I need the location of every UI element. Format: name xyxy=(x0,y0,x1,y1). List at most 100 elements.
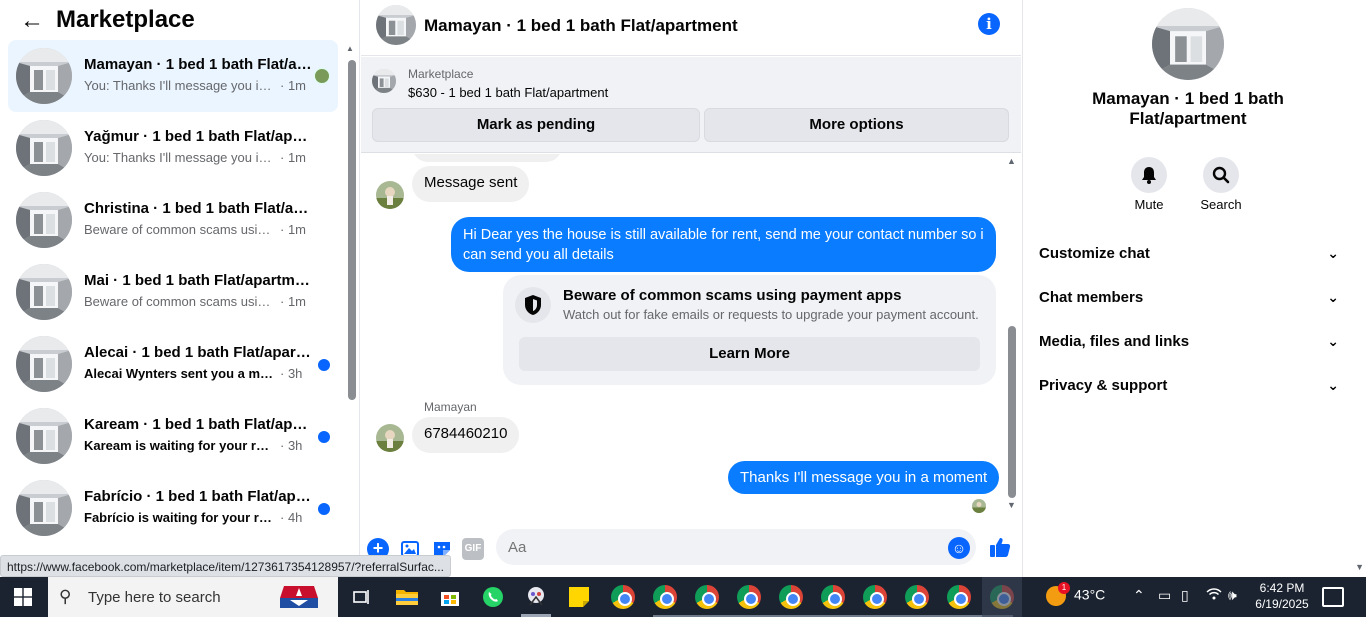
scrollbar-thumb[interactable] xyxy=(1008,326,1016,498)
taskbar-search-placeholder: Type here to search xyxy=(88,589,221,606)
chrome-icon[interactable] xyxy=(611,585,635,609)
conversation-item[interactable]: Kaream · 1 bed 1 bath Flat/apartment Kare… xyxy=(8,400,338,472)
emoji-icon[interactable]: ☺ xyxy=(948,537,970,559)
task-view-icon[interactable] xyxy=(346,582,376,612)
unread-dot xyxy=(318,431,330,443)
sender-name: Mamayan xyxy=(424,400,477,414)
weather-badge: 1 xyxy=(1058,582,1070,594)
outgoing-message-bubble[interactable]: Thanks I'll message you in a moment xyxy=(728,461,1000,494)
preview-text: Beware of common scams using payment app… xyxy=(84,294,276,309)
listing-description[interactable]: $630 - 1 bed 1 bath Flat/apartment xyxy=(408,85,608,100)
chrome-icon[interactable] xyxy=(821,585,845,609)
weather-widget[interactable]: 1 43°C xyxy=(1046,582,1106,606)
conversation-name: Alecai · 1 bed 1 bath Flat/apartment xyxy=(84,344,312,361)
conversation-preview: Alecai Wynters sent you a message · 3h xyxy=(84,366,302,381)
sticky-notes-icon[interactable] xyxy=(564,582,594,612)
microsoft-store-icon[interactable] xyxy=(435,582,465,612)
media-files-links-section[interactable]: Media, files and links ⌄ xyxy=(1039,333,1339,373)
sender-avatar[interactable] xyxy=(376,181,404,209)
scroll-down-arrow-icon[interactable]: ▼ xyxy=(1007,500,1016,510)
previous-message-bubble xyxy=(412,154,562,162)
back-arrow-icon[interactable]: ← xyxy=(20,9,44,33)
chrome-icon[interactable] xyxy=(695,585,719,609)
conversation-item[interactable]: Yağmur · 1 bed 1 bath Flat/apartment You:… xyxy=(8,112,338,184)
scroll-down-arrow-icon[interactable]: ▼ xyxy=(1355,562,1364,572)
chat-members-section[interactable]: Chat members ⌄ xyxy=(1039,289,1339,329)
listing-banner: Marketplace $630 - 1 bed 1 bath Flat/apa… xyxy=(361,57,1021,153)
chrome-icon[interactable] xyxy=(947,585,971,609)
conversation-name: Mamayan · 1 bed 1 bath Flat/apartment xyxy=(84,56,312,73)
thumbs-up-icon[interactable] xyxy=(987,535,1013,561)
privacy-support-section[interactable]: Privacy & support ⌄ xyxy=(1039,377,1339,417)
preview-text: You: Thanks I'll message you in a moment xyxy=(84,78,276,93)
chat-scrollbar[interactable]: ▲ ▼ xyxy=(1006,154,1018,514)
conversation-preview: Beware of common scams using payment app… xyxy=(84,294,306,309)
mute-button[interactable]: Mute xyxy=(1119,157,1179,212)
conversation-name: Fabrício · 1 bed 1 bath Flat/apartment xyxy=(84,488,312,505)
preview-time: · 1m xyxy=(280,150,306,165)
scroll-up-arrow-icon[interactable]: ▲ xyxy=(346,44,354,53)
taskbar-search-box[interactable]: ⚲ Type here to search xyxy=(48,577,338,617)
volume-icon[interactable]: 🕪 xyxy=(1228,587,1237,604)
chevron-down-icon: ⌄ xyxy=(1327,245,1339,261)
conversation-name: Kaream · 1 bed 1 bath Flat/apartment xyxy=(84,416,312,433)
incoming-message-bubble[interactable]: 6784460210 xyxy=(412,417,520,453)
chrome-icon[interactable] xyxy=(905,585,929,609)
sidebar-scrollbar[interactable]: ▲ xyxy=(346,44,356,564)
notification-center-icon[interactable] xyxy=(1322,587,1344,607)
whatsapp-icon[interactable] xyxy=(478,582,508,612)
preview-time: · 3h xyxy=(280,366,303,381)
mark-as-pending-button[interactable]: Mark as pending xyxy=(372,108,700,142)
conversation-item[interactable]: Fabrício · 1 bed 1 bath Flat/apartment Fa… xyxy=(8,472,338,544)
listing-thumbnail[interactable] xyxy=(372,69,396,93)
gif-icon[interactable]: GIF xyxy=(462,538,484,560)
sidebar-title: Marketplace xyxy=(56,6,195,33)
scrollbar-thumb[interactable] xyxy=(348,60,356,400)
sidebar-header: ← Marketplace xyxy=(0,0,359,40)
temperature: 43°C xyxy=(1074,586,1106,603)
info-icon[interactable]: i xyxy=(978,13,1000,35)
sender-avatar[interactable] xyxy=(376,424,404,452)
learn-more-button[interactable]: Learn More xyxy=(519,337,980,371)
message-input[interactable] xyxy=(496,529,976,565)
bell-icon xyxy=(1131,157,1167,193)
mute-label: Mute xyxy=(1134,197,1164,212)
conversation-sidebar: ← Marketplace Mamayan · 1 bed 1 bath Fla… xyxy=(0,0,360,577)
chrome-icon[interactable] xyxy=(653,585,677,609)
search-in-conversation-button[interactable]: Search xyxy=(1191,157,1251,212)
chat-avatar[interactable] xyxy=(376,5,416,45)
section-label: Media, files and links xyxy=(1039,333,1190,350)
preview-time: · 3h xyxy=(280,438,303,453)
listing-thumbnail xyxy=(16,192,72,248)
search-highlight-icon xyxy=(274,580,324,614)
listing-avatar[interactable] xyxy=(1152,8,1224,80)
conversation-item[interactable]: Christina · 1 bed 1 bath Flat/apartment B… xyxy=(8,184,338,256)
customize-chat-section[interactable]: Customize chat ⌄ xyxy=(1039,245,1339,285)
chevron-up-icon[interactable]: ⌃ xyxy=(1133,587,1145,604)
more-options-button[interactable]: More options xyxy=(704,108,1009,142)
conversation-name: Mai · 1 bed 1 bath Flat/apartment xyxy=(84,272,312,289)
scroll-up-arrow-icon[interactable]: ▲ xyxy=(1007,156,1016,166)
snipping-tool-icon[interactable] xyxy=(521,582,551,612)
chrome-icon[interactable] xyxy=(737,585,761,609)
chrome-icon[interactable] xyxy=(863,585,887,609)
conversation-item[interactable]: Alecai · 1 bed 1 bath Flat/apartment Alec… xyxy=(8,328,338,400)
preview-time: · 1m xyxy=(280,78,306,93)
chrome-icon[interactable] xyxy=(779,585,803,609)
outgoing-message-bubble[interactable]: Hi Dear yes the house is still available… xyxy=(451,217,996,272)
shield-icon xyxy=(515,287,551,323)
system-clock[interactable]: 6:42 PM 6/19/2025 xyxy=(1252,580,1312,612)
preview-text: You: Thanks I'll message you in a moment xyxy=(84,150,276,165)
conversation-name: Christina · 1 bed 1 bath Flat/apartment xyxy=(84,200,312,217)
message-composer: + GIF ☺ xyxy=(361,520,1021,577)
battery-icon[interactable]: ▯ xyxy=(1181,587,1189,604)
file-explorer-icon[interactable] xyxy=(392,582,422,612)
conversation-item[interactable]: Mai · 1 bed 1 bath Flat/apartment Beware … xyxy=(8,256,338,328)
chat-title[interactable]: Mamayan · 1 bed 1 bath Flat/apartment xyxy=(424,16,738,36)
meet-now-icon[interactable]: ▭ xyxy=(1158,587,1171,604)
conversation-item[interactable]: Mamayan · 1 bed 1 bath Flat/apartment You… xyxy=(8,40,338,112)
wifi-icon[interactable] xyxy=(1206,587,1222,604)
windows-start-icon[interactable] xyxy=(14,588,32,606)
details-title: Mamayan · 1 bed 1 bath Flat/apartment xyxy=(1092,89,1284,128)
conversation-preview: Kaream is waiting for your response · 3h xyxy=(84,438,302,453)
